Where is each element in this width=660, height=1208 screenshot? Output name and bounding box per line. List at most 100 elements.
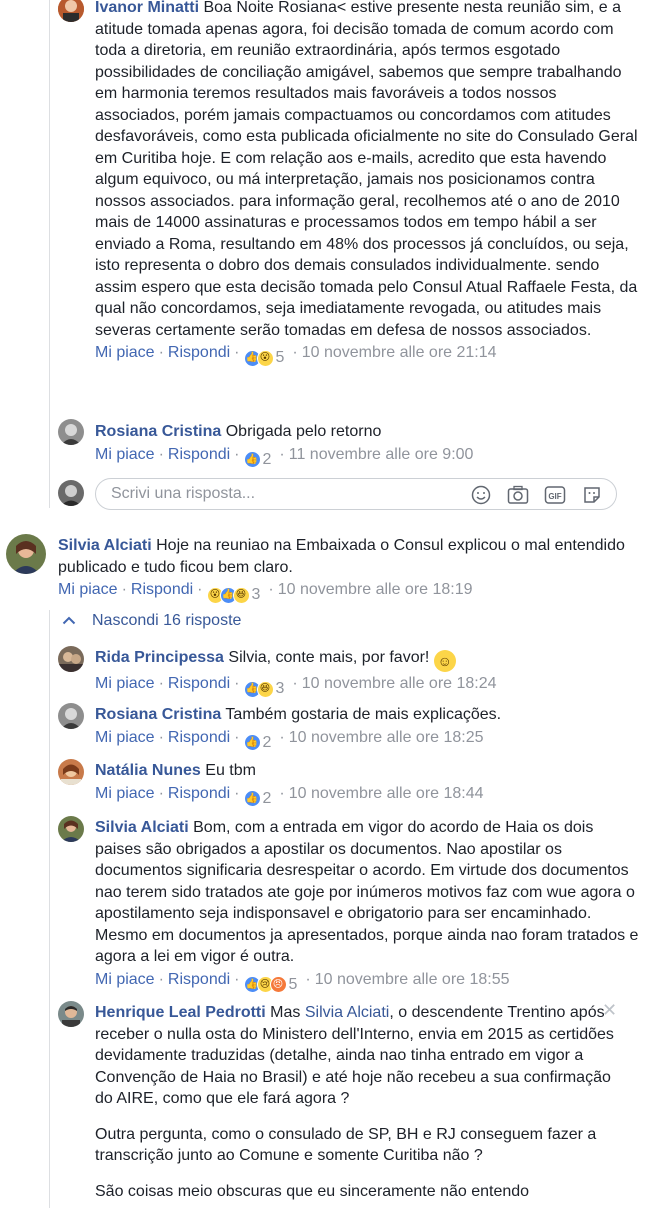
chevron-up-icon [62, 612, 76, 630]
haha-reaction-icon: 😆 [232, 586, 250, 604]
comment: Silvia Alciati Bom, com a entrada em vig… [95, 817, 640, 995]
separator: · [158, 728, 164, 746]
comment-author[interactable]: Rida Principessa [95, 649, 224, 666]
comment-text: Eu tbm [205, 762, 256, 779]
comment-actions: Mi piace · Rispondi · 😮 👍 😆 3 · 10 novembre alle … [58, 580, 640, 605]
comment-text: Boa Noite Rosiana< estive presente nesta… [95, 0, 638, 339]
comment-author[interactable]: Rosiana Cristina [95, 423, 221, 440]
comment-author[interactable]: Silvia Alciati [58, 537, 152, 554]
comment: Silvia Alciati Hoje na reuniao na Embaix… [58, 535, 640, 605]
reply-button[interactable]: Rispondi [131, 581, 193, 598]
comment-author[interactable]: Silvia Alciati [95, 819, 189, 836]
separator: · [234, 784, 240, 802]
separator: · [268, 581, 274, 598]
separator: · [158, 344, 164, 361]
timestamp[interactable]: 11 novembre alle ore 9:00 [289, 446, 474, 463]
separator: · [234, 970, 240, 988]
timestamp[interactable]: 10 novembre alle ore 18:19 [278, 581, 473, 598]
reaction-count: 3 [251, 586, 261, 603]
separator: · [292, 675, 298, 692]
like-button[interactable]: Mi piace [95, 446, 155, 463]
reactions[interactable]: 👍 😮 5 [243, 348, 285, 368]
reactions[interactable]: 👍 2 [243, 733, 272, 753]
like-button[interactable]: Mi piace [95, 344, 155, 361]
reply-button[interactable]: Rispondi [168, 446, 230, 463]
separator: · [234, 675, 240, 692]
angry-reaction-icon: 😠 [269, 976, 287, 993]
comment-actions: Mi piace · Rispondi · 👍 2 · 11 novembre alle or… [95, 445, 640, 470]
comment-author[interactable]: Henrique Leal Pedrotti [95, 1004, 266, 1021]
reactions[interactable]: 😮 👍 😆 3 [206, 585, 261, 605]
camera-icon[interactable] [507, 484, 529, 506]
like-reaction-icon: 👍 [243, 451, 261, 468]
timestamp[interactable]: 10 novembre alle ore 21:14 [302, 344, 497, 361]
sticker-icon[interactable] [581, 484, 603, 506]
reply-button[interactable]: Rispondi [168, 344, 230, 361]
like-button[interactable]: Mi piace [95, 729, 155, 746]
comment-actions: Mi piace · Rispondi · 👍 2 · 10 novembre alle or… [95, 784, 640, 809]
reactions[interactable]: 👍 2 [243, 450, 271, 470]
comment: Natália Nunes Eu tbm Mi piace · Rispondi · 👍… [95, 760, 640, 809]
timestamp[interactable]: 10 novembre alle ore 18:24 [302, 675, 497, 692]
reply-button[interactable]: Rispondi [168, 675, 230, 692]
avatar[interactable] [58, 646, 84, 672]
like-button[interactable]: Mi piace [95, 785, 155, 802]
comment-actions: Mi piace · Rispondi · 👍 2 · 10 novembre alle or… [95, 728, 640, 753]
reactions[interactable]: 👍 2 [243, 789, 272, 809]
avatar[interactable] [58, 703, 84, 729]
timestamp[interactable]: 10 novembre alle ore 18:44 [289, 785, 484, 802]
reply-input[interactable]: Scrivi una risposta... GIF [95, 478, 617, 510]
separator: · [279, 445, 285, 463]
comment-author[interactable]: Rosiana Cristina [95, 706, 221, 723]
separator: · [234, 445, 240, 463]
like-button[interactable]: Mi piace [95, 675, 155, 692]
reaction-count: 5 [288, 975, 298, 993]
separator: · [158, 784, 164, 802]
separator: · [158, 675, 164, 692]
timestamp[interactable]: 10 novembre alle ore 18:55 [315, 971, 510, 988]
hide-replies-link[interactable]: Nascondi 16 risposte [62, 612, 241, 630]
reaction-count: 2 [262, 733, 272, 751]
comment: Rosiana Cristina Também gostaria de mais… [95, 704, 640, 753]
avatar[interactable] [6, 534, 46, 574]
reactions[interactable]: 👍 😢 😠 5 [243, 975, 298, 995]
like-button[interactable]: Mi piace [58, 581, 118, 598]
emoji-icon[interactable] [470, 484, 492, 506]
mention-link[interactable]: Silvia Alciati [305, 1004, 389, 1021]
comment-author[interactable]: Ivanor Minatti [95, 0, 199, 16]
reply-button[interactable]: Rispondi [168, 785, 230, 802]
separator: · [197, 581, 203, 598]
comment: Henrique Leal Pedrotti Mas Silvia Alciat… [95, 1002, 620, 1202]
comment-text: Obrigada pelo retorno [225, 423, 382, 440]
separator: · [305, 970, 311, 988]
avatar[interactable] [58, 759, 84, 785]
comment: Ivanor Minatti Boa Noite Rosiana< estive… [95, 0, 638, 368]
reaction-count: 5 [275, 349, 285, 366]
separator: · [279, 728, 285, 746]
like-reaction-icon: 👍 [243, 734, 261, 751]
like-button[interactable]: Mi piace [95, 971, 155, 988]
avatar[interactable] [58, 1001, 84, 1027]
reply-button[interactable]: Rispondi [168, 971, 230, 988]
reactions[interactable]: 👍 😆 3 [243, 679, 284, 699]
hide-replies-label: Nascondi 16 risposte [92, 612, 242, 629]
reaction-count: 2 [262, 789, 272, 807]
comment-author[interactable]: Natália Nunes [95, 762, 201, 779]
thread-line [49, 610, 50, 1208]
timestamp[interactable]: 10 novembre alle ore 18:25 [289, 729, 484, 746]
comment-text: Silvia, conte mais, por favor! [228, 649, 430, 666]
wow-reaction-icon: 😮 [256, 349, 274, 367]
comment: Rida Principessa Silvia, conte mais, por… [95, 647, 640, 699]
gif-icon[interactable]: GIF [544, 484, 566, 506]
svg-text:GIF: GIF [548, 492, 561, 501]
comment-paragraph: São coisas meio obscuras que eu sinceram… [95, 1182, 530, 1200]
comment-paragraph: Outra pergunta, como o consulado de SP, … [95, 1125, 597, 1165]
avatar[interactable] [58, 0, 84, 22]
comment: Rosiana Cristina Obrigada pelo retorno M… [95, 421, 640, 470]
comment-actions: Mi piace · Rispondi · 👍 😆 3 · 10 novembre alle o… [95, 674, 640, 699]
reply-button[interactable]: Rispondi [168, 729, 230, 746]
separator: · [121, 581, 127, 598]
comment-actions: Mi piace · Rispondi · 👍 😮 5 · 10 novembre alle o… [95, 343, 638, 368]
avatar[interactable] [58, 419, 84, 445]
avatar[interactable] [58, 816, 84, 842]
